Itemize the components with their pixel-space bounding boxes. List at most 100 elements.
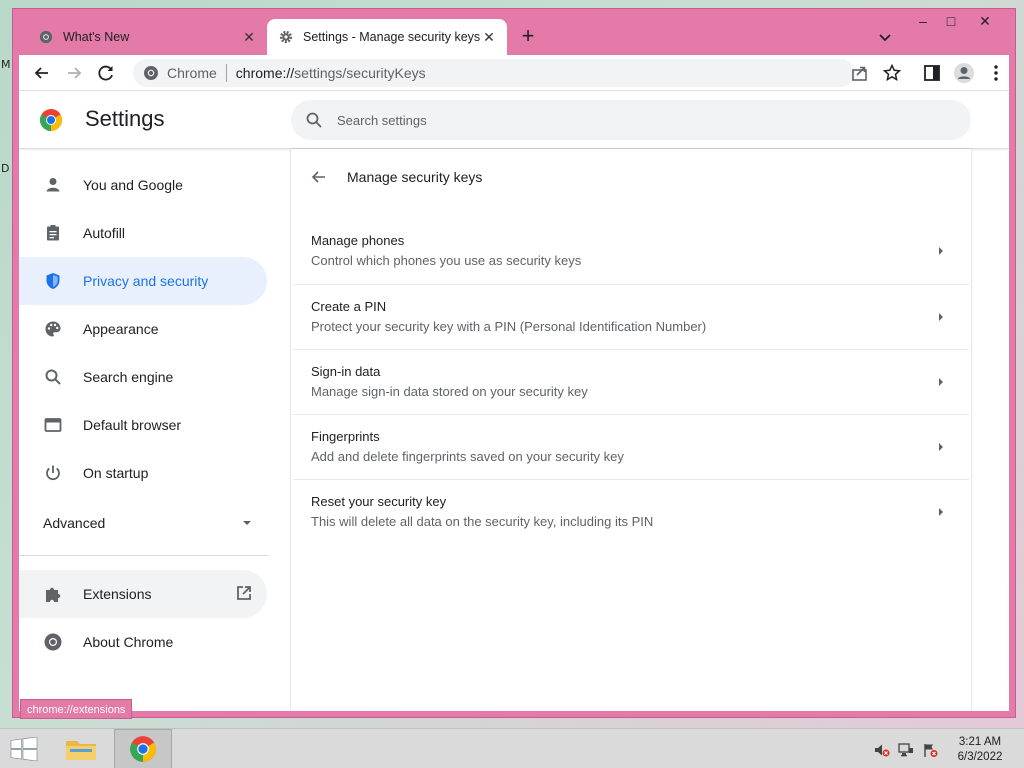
status-bubble-url: chrome://extensions bbox=[20, 699, 133, 719]
side-panel-icon[interactable] bbox=[921, 62, 943, 84]
windows-start-icon[interactable] bbox=[10, 737, 38, 761]
share-icon[interactable] bbox=[849, 62, 871, 84]
settings-header: Settings Search settings bbox=[19, 91, 1009, 149]
chrome-logo-icon bbox=[130, 736, 156, 762]
taskbar-file-explorer[interactable] bbox=[52, 729, 110, 768]
close-tab-icon[interactable]: ✕ bbox=[481, 29, 497, 46]
search-settings-field[interactable]: Search settings bbox=[291, 100, 971, 140]
tab-title: What's New bbox=[63, 30, 130, 44]
row-manage-phones[interactable]: Manage phones Control which phones you u… bbox=[293, 219, 969, 284]
row-title: Sign-in data bbox=[311, 364, 381, 379]
open-in-new-icon bbox=[237, 586, 251, 600]
sidebar-item-privacy-and-security[interactable]: Privacy and security bbox=[19, 257, 267, 305]
page-title: Settings bbox=[85, 106, 165, 131]
maximize-button[interactable]: □ bbox=[939, 13, 963, 29]
url-path: settings/securityKeys bbox=[294, 65, 426, 81]
star-icon[interactable] bbox=[881, 62, 903, 84]
back-arrow-icon[interactable] bbox=[309, 167, 329, 187]
url-scheme: chrome:// bbox=[235, 65, 295, 81]
tab-title: Settings - Manage security keys bbox=[303, 30, 481, 44]
arrow-right-icon bbox=[939, 508, 943, 516]
row-fingerprints[interactable]: Fingerprints Add and delete fingerprints… bbox=[293, 414, 969, 479]
chrome-site-icon bbox=[144, 66, 158, 80]
minimize-button[interactable]: – bbox=[911, 13, 935, 29]
more-menu-icon[interactable] bbox=[985, 62, 1007, 84]
sidebar-item-label: Appearance bbox=[83, 321, 159, 337]
row-subtitle: Add and delete fingerprints saved on you… bbox=[311, 449, 624, 464]
arrow-right-icon bbox=[939, 247, 943, 255]
address-bar[interactable]: Chrome chrome:// settings/securityKeys bbox=[133, 59, 855, 87]
subpage-title: Manage security keys bbox=[347, 169, 483, 185]
sidebar-item-search-engine[interactable]: Search engine bbox=[19, 353, 267, 401]
sidebar-item-label: Default browser bbox=[83, 417, 182, 433]
chrome-logo-icon bbox=[40, 109, 62, 131]
profile-avatar-icon[interactable] bbox=[953, 62, 975, 84]
dropdown-arrow-icon bbox=[243, 521, 251, 525]
tab-strip: What's New ✕ Settings - Manage security … bbox=[13, 9, 1015, 55]
action-center-flag-icon[interactable] bbox=[922, 742, 938, 758]
row-title: Reset your security key bbox=[311, 494, 447, 509]
palette-icon bbox=[45, 321, 61, 337]
shield-icon bbox=[46, 273, 60, 289]
taskbar-chrome[interactable] bbox=[114, 729, 172, 768]
forward-arrow-icon[interactable] bbox=[63, 62, 85, 84]
sidebar-item-autofill[interactable]: Autofill bbox=[19, 209, 267, 257]
row-create-pin[interactable]: Create a PIN Protect your security key w… bbox=[293, 284, 969, 349]
settings-sidebar: You and Google Autofill Privacy and secu… bbox=[19, 149, 289, 711]
sidebar-item-you-and-google[interactable]: You and Google bbox=[19, 161, 267, 209]
row-title: Create a PIN bbox=[311, 299, 387, 314]
network-icon[interactable] bbox=[898, 742, 914, 758]
site-chip: Chrome bbox=[167, 65, 217, 81]
security-keys-card: Manage security keys Manage phones Contr… bbox=[291, 149, 971, 711]
sidebar-item-label: Extensions bbox=[83, 586, 152, 602]
puzzle-piece-icon bbox=[46, 587, 61, 602]
back-arrow-icon[interactable] bbox=[31, 62, 53, 84]
search-icon bbox=[306, 112, 322, 128]
row-sign-in-data[interactable]: Sign-in data Manage sign-in data stored … bbox=[293, 349, 969, 414]
close-tab-icon[interactable]: ✕ bbox=[241, 29, 257, 46]
subpage-header: Manage security keys bbox=[291, 149, 971, 205]
divider bbox=[225, 64, 227, 82]
sidebar-divider bbox=[19, 555, 269, 556]
row-reset-security-key[interactable]: Reset your security key This will delete… bbox=[293, 479, 969, 544]
power-icon bbox=[46, 465, 60, 481]
chrome-favicon-icon bbox=[39, 30, 53, 44]
sidebar-item-label: You and Google bbox=[83, 177, 183, 193]
sidebar-item-on-startup[interactable]: On startup bbox=[19, 449, 267, 497]
clock-date: 6/3/2022 bbox=[957, 751, 1003, 763]
close-window-button[interactable]: ✕ bbox=[973, 13, 997, 30]
sidebar-item-appearance[interactable]: Appearance bbox=[19, 305, 267, 353]
search-placeholder: Search settings bbox=[337, 112, 427, 128]
reload-icon[interactable] bbox=[95, 62, 117, 84]
advanced-section-toggle[interactable]: Advanced bbox=[43, 515, 253, 531]
browser-toolbar: Chrome chrome:// settings/securityKeys bbox=[19, 55, 1009, 91]
taskbar: 3:21 AM 6/3/2022 bbox=[0, 728, 1024, 768]
desktop-icon-label-fragment: M bbox=[1, 58, 11, 71]
row-subtitle: Control which phones you use as security… bbox=[311, 253, 582, 268]
row-subtitle: This will delete all data on the securit… bbox=[311, 514, 654, 529]
taskbar-clock[interactable]: 3:21 AM 6/3/2022 bbox=[950, 735, 1010, 765]
sidebar-item-label: On startup bbox=[83, 465, 149, 481]
sidebar-item-extensions[interactable]: Extensions bbox=[19, 570, 267, 618]
tab-whats-new[interactable]: What's New ✕ bbox=[27, 19, 267, 55]
sidebar-item-default-browser[interactable]: Default browser bbox=[19, 401, 267, 449]
search-icon bbox=[45, 369, 61, 385]
sidebar-item-label: Autofill bbox=[83, 225, 126, 241]
row-title: Fingerprints bbox=[311, 429, 380, 444]
volume-muted-icon[interactable] bbox=[874, 742, 890, 758]
sidebar-item-about-chrome[interactable]: About Chrome bbox=[19, 618, 267, 666]
arrow-right-icon bbox=[939, 378, 943, 386]
advanced-label: Advanced bbox=[43, 515, 106, 531]
settings-page: Settings Search settings You and Google bbox=[19, 91, 1009, 711]
tab-settings[interactable]: Settings - Manage security keys ✕ bbox=[267, 19, 507, 55]
chrome-logo-icon bbox=[44, 633, 62, 651]
row-subtitle: Protect your security key with a PIN (Pe… bbox=[311, 319, 707, 334]
chevron-down-icon[interactable] bbox=[875, 27, 895, 47]
sidebar-item-label: About Chrome bbox=[83, 634, 174, 650]
row-title: Manage phones bbox=[311, 233, 405, 248]
desktop-icon-label-fragment: D bbox=[1, 162, 10, 175]
clock-time: 3:21 AM bbox=[958, 736, 1002, 748]
gear-icon bbox=[279, 30, 293, 44]
arrow-right-icon bbox=[939, 313, 943, 321]
new-tab-button[interactable]: + bbox=[516, 23, 540, 49]
